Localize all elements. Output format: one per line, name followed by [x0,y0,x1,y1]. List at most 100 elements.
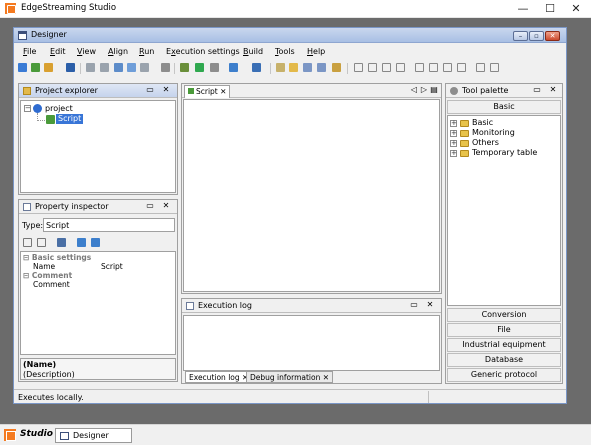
tool-palette-header: Tool palette ▭ ✕ [446,84,562,98]
palette-section-file[interactable]: File [447,323,561,337]
undo-icon[interactable] [86,63,95,72]
find-icon[interactable] [161,63,170,72]
run-icon[interactable] [195,63,204,72]
collapse-all-icon[interactable] [91,238,100,247]
add-script-icon[interactable] [31,63,40,72]
align-middle-icon[interactable] [415,63,424,72]
tab-execution-log[interactable]: Execution log ✕ [185,371,253,383]
align-right-icon[interactable] [382,63,391,72]
stop-icon[interactable] [210,63,219,72]
project-explorer-title: Project explorer [35,86,98,95]
designer-restore-button[interactable]: ▫ [529,31,544,41]
properties-icon[interactable] [57,238,66,247]
tab-next-icon[interactable]: ▷ [419,85,429,94]
distribute-v-icon[interactable] [490,63,499,72]
minimize-button[interactable]: — [510,1,536,17]
tab-list-icon[interactable]: ▤ [429,85,439,94]
panel-close-icon[interactable]: ✕ [161,201,171,210]
component-icon[interactable] [332,63,341,72]
same-height-icon[interactable] [457,63,466,72]
menu-tools[interactable]: Tools [275,47,295,56]
deploy-icon[interactable] [252,63,261,72]
section-comment[interactable]: ⊟ Comment [21,271,177,280]
open-icon[interactable] [44,63,53,72]
panel-close-icon[interactable]: ✕ [425,300,435,309]
save-icon[interactable] [66,63,75,72]
sort-az-icon[interactable] [37,238,46,247]
designer-minimize-button[interactable]: – [513,31,528,41]
type-field[interactable]: Script [43,218,175,232]
panel-float-icon[interactable]: ▭ [145,201,155,210]
categorized-icon[interactable] [23,238,32,247]
folder-icon[interactable] [289,63,298,72]
window-icon-a[interactable] [303,63,312,72]
palette-item-monitoring[interactable]: Monitoring [472,128,515,138]
designer-title: Designer [31,30,67,39]
settings-icon[interactable] [229,63,238,72]
menu-execution-settings[interactable]: Execution settings [166,47,240,56]
build-icon[interactable] [180,63,189,72]
palette-item-others[interactable]: Others [472,138,499,148]
menu-align[interactable]: Align [108,47,128,56]
new-project-icon[interactable] [18,63,27,72]
menu-view[interactable]: View [77,47,96,56]
tool-icon[interactable] [276,63,285,72]
expand-all-icon[interactable] [77,238,86,247]
panel-float-icon[interactable]: ▭ [532,85,542,94]
redo-icon[interactable] [100,63,109,72]
align-bottom-icon[interactable] [429,63,438,72]
editor-tab-strip: Script ✕ ◁ ▷ ▤ [182,84,441,98]
menu-edit[interactable]: Edit [50,47,66,56]
tool-palette-panel: Tool palette ▭ ✕ Basic + Basic + Monitor… [445,83,563,384]
copy-icon[interactable] [127,63,136,72]
same-width-icon[interactable] [443,63,452,72]
palette-section-generic-protocol[interactable]: Generic protocol [447,368,561,382]
distribute-h-icon[interactable] [476,63,485,72]
maximize-button[interactable]: ☐ [537,1,563,17]
taskbar-item-designer[interactable]: Designer [55,428,132,443]
app-titlebar: EdgeStreaming Studio — ☐ ✕ [0,0,591,18]
designer-window-icon [60,432,69,440]
panel-close-icon[interactable]: ✕ [161,85,171,94]
tab-script[interactable]: Script ✕ [184,85,231,98]
close-button[interactable]: ✕ [563,1,589,17]
palette-section-conversion[interactable]: Conversion [447,308,561,322]
menu-build[interactable]: Build [243,47,263,56]
paste-icon[interactable] [140,63,149,72]
align-center-icon[interactable] [368,63,377,72]
palette-item-temporary-table[interactable]: Temporary table [472,148,537,158]
tab-debug-information[interactable]: Debug information ✕ [246,371,334,383]
prop-row-name[interactable]: Name Script [21,262,177,271]
cut-icon[interactable] [114,63,123,72]
panel-float-icon[interactable]: ▭ [409,300,419,309]
tree-expand-icon[interactable]: + [450,150,457,157]
tab-prev-icon[interactable]: ◁ [409,85,419,94]
window-icon-b[interactable] [317,63,326,72]
tree-expand-icon[interactable]: + [450,130,457,137]
tree-expand-icon[interactable]: + [450,120,457,127]
tree-collapse-icon[interactable]: − [24,105,31,112]
menu-help[interactable]: Help [307,47,325,56]
align-left-icon[interactable] [354,63,363,72]
palette-section-basic[interactable]: Basic [447,100,561,114]
palette-section-database[interactable]: Database [447,353,561,367]
designer-titlebar[interactable]: Designer – ▫ ✕ [14,28,566,43]
prop-value[interactable]: Script [101,262,123,271]
menu-file[interactable]: File [23,47,36,56]
toolbar [14,61,566,76]
palette-section-industrial-equipment[interactable]: Industrial equipment [447,338,561,352]
palette-icon [450,87,458,95]
tree-item-project[interactable]: project [45,104,73,114]
menu-run[interactable]: Run [139,47,154,56]
section-basic-settings[interactable]: ⊟ Basic settings [21,253,177,262]
studio-label: Studio [20,429,53,439]
script-canvas[interactable] [183,99,440,292]
tree-expand-icon[interactable]: + [450,140,457,147]
align-top-icon[interactable] [396,63,405,72]
prop-row-comment[interactable]: Comment [21,280,177,289]
designer-close-button[interactable]: ✕ [545,31,560,41]
panel-close-icon[interactable]: ✕ [548,85,558,94]
panel-float-icon[interactable]: ▭ [145,85,155,94]
palette-item-basic[interactable]: Basic [472,118,493,128]
tree-item-script[interactable]: Script [56,114,84,124]
